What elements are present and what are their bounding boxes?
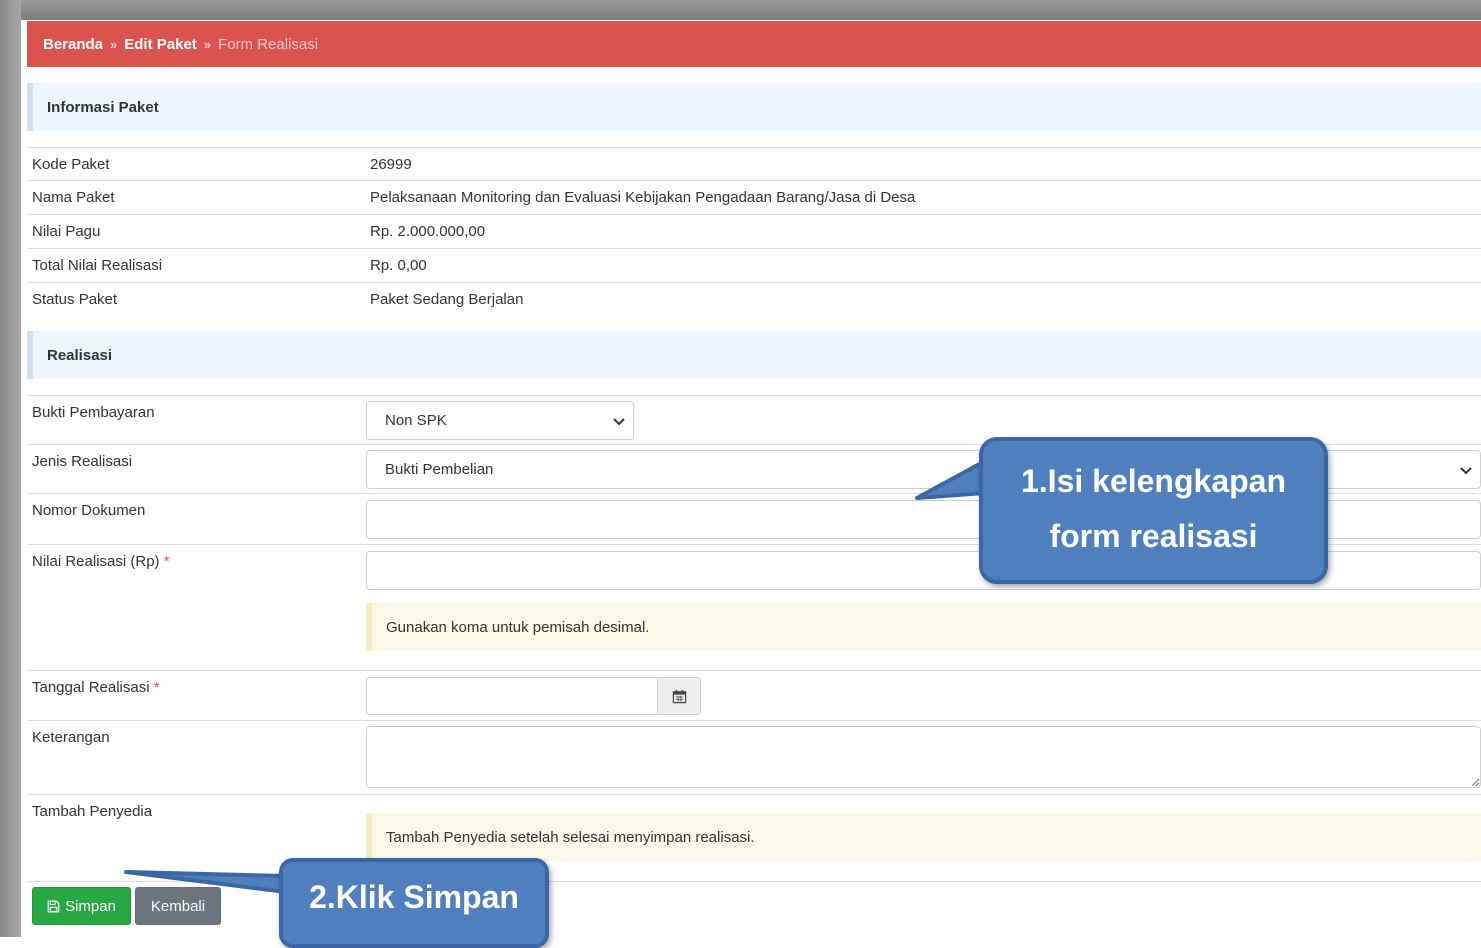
info-label: Total Nilai Realisasi <box>32 257 163 274</box>
info-row-nilai-pagu: Nilai Pagu Rp. 2.000.000,00 <box>27 214 1481 248</box>
tambah-penyedia-label: Tambah Penyedia <box>32 803 153 820</box>
callout-instruction-click-save: 2.Klik Simpan <box>279 858 549 948</box>
section-realisasi: Realisasi <box>27 331 1481 379</box>
required-mark: * <box>153 679 160 696</box>
callout-instruction-fill-form: 1.Isi kelengkapan form realisasi <box>979 437 1328 584</box>
tanggal-realisasi-input[interactable] <box>366 677 658 715</box>
breadcrumb-separator: » <box>110 36 118 52</box>
save-button[interactable]: Simpan <box>32 887 131 925</box>
info-value: Paket Sedang Berjalan <box>370 291 524 308</box>
info-value: Rp. 2.000.000,00 <box>370 223 486 240</box>
callout-pointer <box>124 870 288 894</box>
info-value: 26999 <box>370 156 412 173</box>
nilai-realisasi-help-note: Gunakan koma untuk pemisah desimal. <box>366 603 1481 651</box>
window-frame-left <box>0 0 21 937</box>
bukti-pembayaran-select[interactable]: Non SPK <box>366 401 634 440</box>
tanggal-realisasi-label: Tanggal Realisasi * <box>32 679 160 696</box>
callout-line: form realisasi <box>1049 518 1258 554</box>
info-label: Nama Paket <box>32 189 115 206</box>
calendar-button[interactable] <box>658 677 701 715</box>
keterangan-label: Keterangan <box>32 729 110 746</box>
callout-line: 1.Isi kelengkapan <box>1020 463 1286 499</box>
breadcrumb-home-link[interactable]: Beranda <box>43 36 103 53</box>
bukti-pembayaran-label: Bukti Pembayaran <box>32 404 155 421</box>
nilai-realisasi-label-text: Nilai Realisasi (Rp) <box>32 553 160 570</box>
info-label: Kode Paket <box>32 156 110 173</box>
row-tanggal-realisasi: Tanggal Realisasi * <box>27 670 1481 720</box>
nomor-dokumen-label: Nomor Dokumen <box>32 502 146 519</box>
keterangan-textarea[interactable] <box>366 726 1481 788</box>
info-value: Pelaksanaan Monitoring dan Evaluasi Kebi… <box>370 189 916 206</box>
save-button-label: Simpan <box>65 897 116 915</box>
breadcrumb-separator: » <box>203 36 212 52</box>
tambah-penyedia-note: Tambah Penyedia setelah selesai menyimpa… <box>366 813 1481 861</box>
section-informasi-paket: Informasi Paket <box>27 83 1481 131</box>
breadcrumb: Beranda » Edit Paket » Form Realisasi <box>27 21 1481 67</box>
info-label: Nilai Pagu <box>32 223 101 240</box>
row-keterangan: Keterangan <box>27 720 1481 794</box>
jenis-realisasi-value: Bukti Pembelian <box>385 461 494 478</box>
bukti-pembayaran-value: Non SPK <box>385 412 447 429</box>
floppy-disk-icon <box>47 900 60 912</box>
info-label: Status Paket <box>32 291 118 308</box>
chevron-down-icon <box>1460 466 1472 474</box>
breadcrumb-current: Form Realisasi <box>218 35 319 53</box>
calendar-icon <box>672 689 686 703</box>
info-row-status-paket: Status Paket Paket Sedang Berjalan <box>27 282 1481 316</box>
breadcrumb-edit-link[interactable]: Edit Paket <box>124 36 197 53</box>
info-row-nama-paket: Nama Paket Pelaksanaan Monitoring dan Ev… <box>27 180 1481 214</box>
info-row-total-nilai-realisasi: Total Nilai Realisasi Rp. 0,00 <box>27 248 1481 282</box>
window-frame-top <box>0 0 1481 20</box>
required-mark: * <box>163 553 170 570</box>
tanggal-realisasi-label-text: Tanggal Realisasi <box>32 679 150 696</box>
chevron-down-icon <box>613 417 625 425</box>
nilai-realisasi-label: Nilai Realisasi (Rp) * <box>32 553 170 570</box>
info-value: Rp. 0,00 <box>370 257 427 274</box>
jenis-realisasi-label: Jenis Realisasi <box>32 453 133 470</box>
info-row-kode-paket: Kode Paket 26999 <box>27 147 1481 181</box>
